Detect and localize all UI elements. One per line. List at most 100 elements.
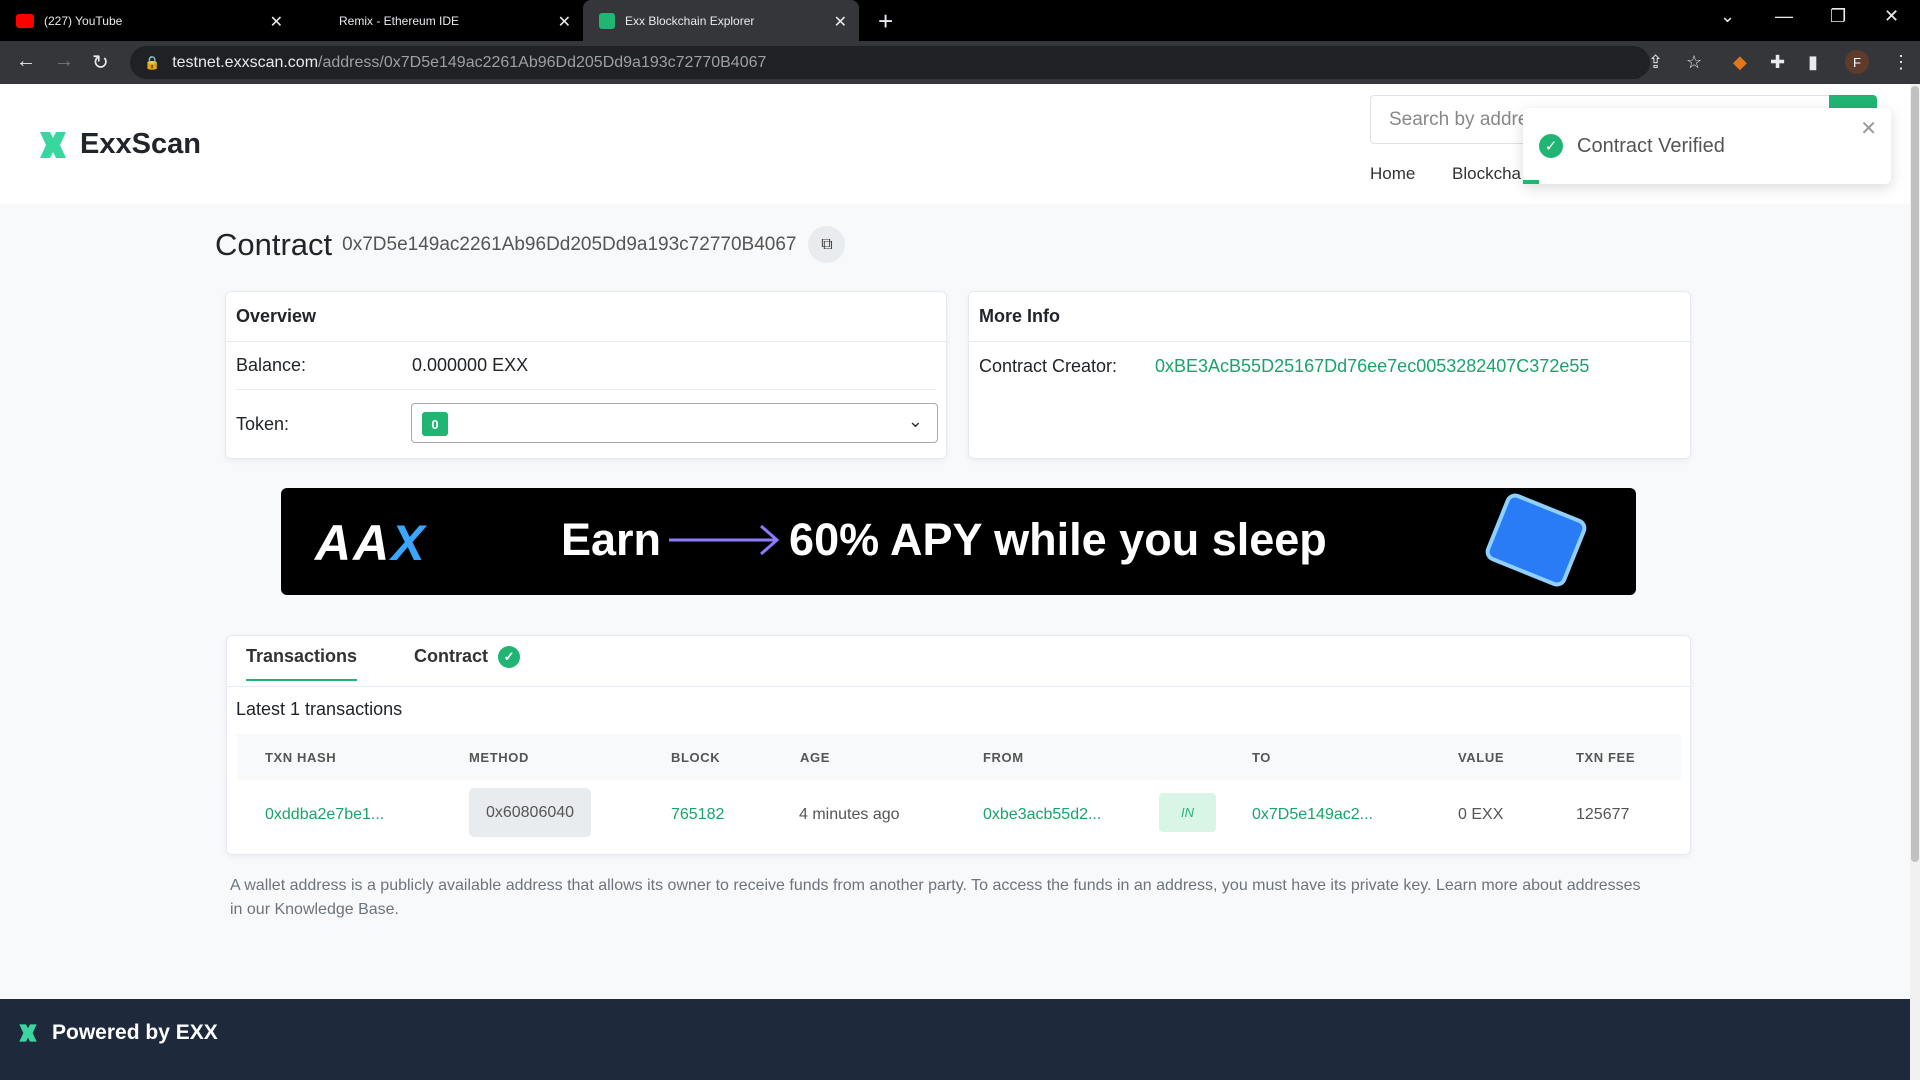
toast-notification: ✓ Contract Verified ✕ [1523, 108, 1891, 184]
browser-toolbar: ← → ↻ 🔒 testnet.exxscan.com /address/0x7… [0, 41, 1920, 84]
close-icon[interactable]: ✕ [270, 12, 283, 32]
footer-logo: Powered by EXX [18, 1021, 218, 1045]
verified-check-icon: ✓ [498, 646, 521, 669]
reload-icon[interactable]: ↻ [92, 50, 109, 75]
toast-progress [1523, 180, 1539, 184]
ad-brand: AAX [315, 514, 427, 572]
footer-text: Powered by EXX [52, 1021, 218, 1044]
page-title: Contract 0x7D5e149ac2261Ab96Dd205Dd9a193… [215, 226, 846, 263]
ad-earn: Earn [561, 514, 662, 565]
ad-brand-x: X [391, 515, 427, 571]
nav-blockchain[interactable]: Blockcha [1452, 164, 1521, 184]
divider [236, 389, 936, 390]
minimize-icon[interactable]: — [1775, 6, 1793, 27]
tab-title: (227) YouTube [44, 13, 123, 28]
overview-card: Overview Balance: 0.000000 EXX Token: 0 … [225, 291, 947, 459]
ad-cube-image [1482, 490, 1590, 590]
tab-exx-explorer[interactable]: Exx Blockchain Explorer ✕ [583, 0, 859, 41]
method-badge: 0x60806040 [469, 788, 591, 837]
chevron-down-icon[interactable]: ⌄ [1720, 6, 1735, 27]
column-txn-hash: TXN HASH [265, 750, 337, 765]
menu-icon[interactable]: ⋮ [1892, 52, 1910, 73]
more-info-title: More Info [969, 292, 1690, 342]
url-host: testnet.exxscan.com [172, 53, 319, 71]
column-block: BLOCK [671, 750, 721, 765]
balance-value: 0.000000 EXX [412, 355, 529, 375]
search-placeholder: Search by addre [1389, 108, 1529, 130]
txn-age: 4 minutes ago [799, 806, 900, 823]
extensions-icon[interactable]: ✚ [1770, 52, 1785, 73]
column-value: VALUE [1458, 750, 1505, 765]
column-method: METHOD [469, 750, 529, 765]
page-title-label: Contract [215, 226, 333, 262]
address-description: A wallet address is a publicly available… [230, 877, 1641, 918]
column-txn-fee: TXN FEE [1576, 750, 1636, 765]
transactions-card: Transactions Contract ✓ Latest 1 transact… [226, 635, 1691, 855]
token-dropdown[interactable]: 0 ⌄ [411, 403, 938, 443]
column-to: TO [1252, 750, 1272, 765]
avatar[interactable]: F [1845, 50, 1869, 74]
forward-icon[interactable]: → [54, 50, 74, 73]
creator-label: Contract Creator: [979, 356, 1118, 376]
txn-value: 0 EXX [1458, 806, 1504, 823]
site-footer: Powered by EXX [0, 999, 1910, 1080]
arrow-right-icon [669, 524, 780, 556]
contract-address: 0x7D5e149ac2261Ab96Dd205Dd9a193c72770B40… [342, 233, 797, 255]
transactions-summary: Latest 1 transactions [236, 699, 403, 719]
nav-home[interactable]: Home [1370, 164, 1415, 184]
chevron-down-icon: ⌄ [907, 411, 923, 431]
close-icon[interactable]: ✕ [1860, 116, 1877, 141]
more-info-card: More Info Contract Creator: 0xBE3AcB55D2… [968, 291, 1691, 459]
balance-label: Balance: [236, 355, 307, 375]
close-icon[interactable]: ✕ [834, 12, 847, 32]
browser-tab-strip: (227) YouTube ✕ Remix - Ethereum IDE ✕ E… [0, 0, 1920, 41]
copy-icon[interactable]: ⧉ [808, 226, 846, 263]
close-window-icon[interactable]: ✕ [1884, 6, 1899, 27]
ad-brand-text: AA [315, 515, 392, 571]
close-icon[interactable]: ✕ [558, 12, 571, 32]
creator-address-link[interactable]: 0xBE3AcB55D25167Dd76ee7ec0053282407C372e… [1155, 356, 1589, 377]
restore-icon[interactable]: ❐ [1830, 6, 1846, 27]
logo-text: ExxScan [80, 128, 201, 160]
tab-contract-label: Contract [414, 646, 489, 666]
ad-banner[interactable]: AAX Earn 60% APY while you sleep [281, 488, 1636, 595]
sidepanel-icon[interactable]: ▮ [1808, 52, 1818, 73]
tab-transactions-label: Transactions [246, 646, 358, 666]
youtube-icon [16, 13, 34, 28]
lock-icon: 🔒 [144, 54, 161, 70]
toast-message: Contract Verified [1577, 134, 1725, 157]
tab-divider [227, 686, 1690, 687]
metamask-icon[interactable]: ◆ [1733, 52, 1747, 73]
new-tab-icon[interactable]: + [878, 6, 893, 37]
to-address-link[interactable]: 0x7D5e149ac2... [1252, 806, 1373, 824]
ad-tagline: Earn 60% APY while you sleep [561, 514, 1327, 566]
tab-youtube[interactable]: (227) YouTube ✕ [0, 0, 295, 41]
token-label: Token: [236, 414, 290, 434]
token-count-badge: 0 [422, 412, 448, 436]
txn-fee: 125677 [1576, 806, 1630, 823]
exxscan-icon [599, 12, 615, 29]
column-age: AGE [800, 750, 830, 765]
tab-remix[interactable]: Remix - Ethereum IDE ✕ [323, 0, 583, 41]
url-path: /address/0x7D5e149ac2261Ab96Dd205Dd9a193… [318, 53, 767, 71]
table-header: TXN HASH METHOD BLOCK AGE FROM TO VALUE … [237, 734, 1681, 780]
from-address-link[interactable]: 0xbe3acb55d2... [983, 806, 1101, 824]
tab-contract[interactable]: Contract ✓ [414, 646, 521, 680]
txn-hash-link[interactable]: 0xddba2e7be1... [265, 806, 384, 824]
block-link[interactable]: 765182 [671, 806, 724, 824]
overview-title: Overview [226, 292, 946, 342]
tab-title: Exx Blockchain Explorer [625, 13, 755, 28]
star-icon[interactable]: ☆ [1686, 52, 1702, 73]
scrollbar-thumb[interactable] [1911, 86, 1919, 862]
tab-title: Remix - Ethereum IDE [339, 13, 460, 28]
direction-badge: IN [1159, 793, 1216, 832]
url-bar[interactable]: 🔒 testnet.exxscan.com /address/0x7D5e149… [130, 46, 1650, 79]
column-from: FROM [983, 750, 1024, 765]
site-logo[interactable]: ExxScan [38, 128, 201, 161]
exxscan-logo-icon [40, 131, 66, 158]
share-icon[interactable]: ⇪ [1648, 52, 1663, 73]
back-icon[interactable]: ← [16, 50, 36, 73]
exxscan-logo-icon [19, 1024, 37, 1042]
tab-transactions[interactable]: Transactions [246, 646, 358, 681]
check-circle-icon: ✓ [1539, 134, 1563, 158]
